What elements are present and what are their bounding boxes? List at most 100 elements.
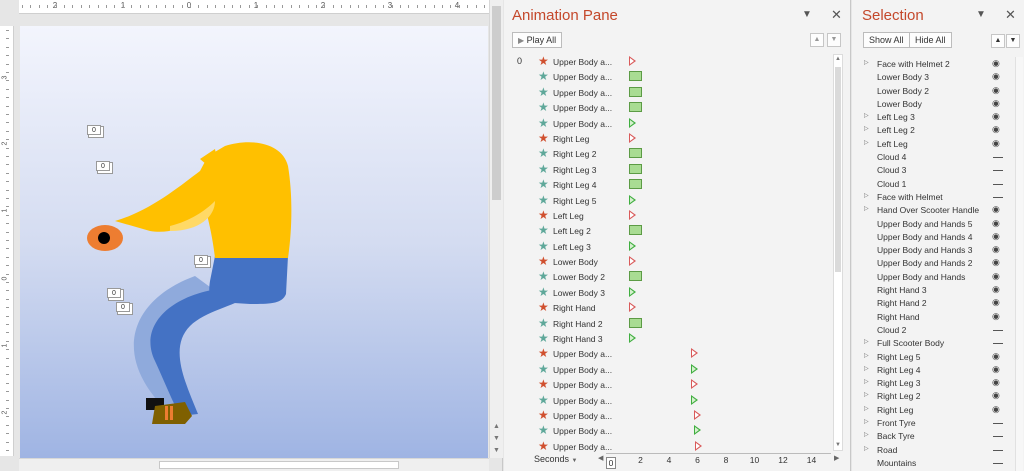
- selection-item[interactable]: ▷ Right Leg 2 ◉: [860, 389, 1015, 402]
- eye-icon[interactable]: ◉: [992, 204, 1000, 215]
- animation-item[interactable]: ★ Lower Body 3: [512, 285, 832, 300]
- selection-item[interactable]: Cloud 4: [860, 150, 1015, 163]
- selection-item[interactable]: Mountains: [860, 456, 1015, 469]
- animation-item[interactable]: ★ Lower Body 2: [512, 269, 832, 284]
- selection-item[interactable]: Lower Body 3 ◉: [860, 70, 1015, 83]
- timing-bar[interactable]: [629, 102, 642, 113]
- scroll-up-icon[interactable]: ▲: [834, 55, 842, 64]
- selection-item[interactable]: Upper Body and Hands 4 ◉: [860, 230, 1015, 243]
- close-icon[interactable]: ✕: [831, 7, 842, 23]
- selection-item[interactable]: ▷ Left Leg ◉: [860, 137, 1015, 150]
- animation-item[interactable]: ★ Upper Body a...: [512, 100, 832, 115]
- selection-item[interactable]: Upper Body and Hands 3 ◉: [860, 243, 1015, 256]
- eye-icon[interactable]: ◉: [992, 85, 1000, 96]
- eye-icon[interactable]: ◉: [992, 364, 1000, 375]
- bring-forward-button[interactable]: ▲: [991, 34, 1005, 48]
- chevron-down-icon[interactable]: ▼: [976, 9, 986, 20]
- animation-item[interactable]: ★ Upper Body a...: [512, 116, 832, 131]
- selection-item[interactable]: ▷ Full Scooter Body: [860, 336, 1015, 349]
- animation-item[interactable]: ★ Right Leg 2: [512, 146, 832, 161]
- eye-icon[interactable]: ◉: [992, 124, 1000, 135]
- timing-marker[interactable]: [629, 117, 636, 128]
- move-down-button[interactable]: ▼: [827, 33, 841, 47]
- chevron-down-icon[interactable]: ▼: [802, 9, 812, 20]
- timeline-right-icon[interactable]: ▶: [834, 454, 839, 462]
- scrollbar-thumb[interactable]: [835, 67, 841, 272]
- selection-item[interactable]: ▷ Hand Over Scooter Handle ◉: [860, 203, 1015, 216]
- selection-item[interactable]: ▷ Right Leg 4 ◉: [860, 363, 1015, 376]
- hidden-dash-icon[interactable]: [993, 329, 1003, 331]
- animation-item[interactable]: ★ Right Hand: [512, 300, 832, 315]
- animation-item[interactable]: ★ Right Leg 4: [512, 177, 832, 192]
- selection-item[interactable]: ▷ Face with Helmet: [860, 190, 1015, 203]
- seconds-dropdown[interactable]: Seconds ▼: [534, 454, 578, 464]
- timing-marker[interactable]: [690, 363, 698, 374]
- hidden-dash-icon[interactable]: [993, 423, 1003, 425]
- scroll-up-icon[interactable]: ▲: [492, 422, 501, 431]
- selection-item[interactable]: ▷ Front Tyre: [860, 416, 1015, 429]
- selection-item[interactable]: ▷ Road: [860, 443, 1015, 456]
- hidden-dash-icon[interactable]: [993, 196, 1003, 198]
- selection-item[interactable]: ▷ Face with Helmet 2 ◉: [860, 57, 1015, 70]
- animation-item[interactable]: ★ Right Hand 2: [512, 316, 832, 331]
- eye-icon[interactable]: ◉: [992, 271, 1000, 282]
- timing-marker[interactable]: [629, 333, 636, 344]
- selection-item[interactable]: Upper Body and Hands 2 ◉: [860, 256, 1015, 269]
- animation-item[interactable]: ★ Right Leg: [512, 131, 832, 146]
- timing-marker[interactable]: [629, 209, 636, 220]
- expand-group-icon[interactable]: ▷: [864, 405, 869, 412]
- expand-group-icon[interactable]: ▷: [864, 139, 869, 146]
- animation-tag[interactable]: 0: [116, 302, 130, 312]
- show-all-button[interactable]: Show All: [863, 32, 910, 48]
- expand-group-icon[interactable]: ▷: [864, 125, 869, 132]
- hidden-dash-icon[interactable]: [993, 157, 1003, 159]
- eye-icon[interactable]: ◉: [992, 111, 1000, 122]
- animation-item[interactable]: ★ Left Leg: [512, 208, 832, 223]
- expand-group-icon[interactable]: ▷: [864, 112, 869, 119]
- timing-marker[interactable]: [629, 194, 636, 205]
- animation-item[interactable]: ★ Upper Body a...: [512, 346, 832, 361]
- slide-vertical-scrollbar[interactable]: ▲ ▼ ▼: [489, 0, 503, 458]
- animation-item[interactable]: ★ Upper Body a...: [512, 377, 832, 392]
- timing-bar[interactable]: [629, 179, 642, 190]
- hide-all-button[interactable]: Hide All: [909, 32, 952, 48]
- eye-icon[interactable]: ◉: [992, 244, 1000, 255]
- selection-item[interactable]: Right Hand 2 ◉: [860, 296, 1015, 309]
- eye-icon[interactable]: ◉: [992, 390, 1000, 401]
- timing-bar[interactable]: [629, 317, 642, 328]
- timing-marker[interactable]: [693, 409, 701, 420]
- animation-tag[interactable]: 0: [96, 161, 110, 171]
- eye-icon[interactable]: ◉: [992, 311, 1000, 322]
- hidden-dash-icon[interactable]: [993, 170, 1003, 172]
- timing-bar[interactable]: [629, 86, 642, 97]
- expand-group-icon[interactable]: ▷: [864, 192, 869, 199]
- selection-item[interactable]: Lower Body ◉: [860, 97, 1015, 110]
- eye-icon[interactable]: ◉: [992, 257, 1000, 268]
- selection-list-scrollbar[interactable]: [1015, 57, 1023, 471]
- animation-tag[interactable]: 0: [87, 125, 101, 135]
- selection-item[interactable]: ▷ Right Leg ◉: [860, 403, 1015, 416]
- scroll-down-icon[interactable]: ▼: [834, 441, 842, 450]
- expand-group-icon[interactable]: ▷: [864, 365, 869, 372]
- expand-group-icon[interactable]: ▷: [864, 431, 869, 438]
- selection-item[interactable]: Right Hand 3 ◉: [860, 283, 1015, 296]
- animation-item[interactable]: 0 ★ Upper Body a...: [512, 54, 832, 69]
- animation-tag[interactable]: 0: [194, 255, 208, 265]
- animation-item[interactable]: ★ Left Leg 3: [512, 239, 832, 254]
- selection-item[interactable]: ▷ Back Tyre: [860, 429, 1015, 442]
- timing-marker[interactable]: [629, 240, 636, 251]
- animation-item[interactable]: ★ Upper Body a...: [512, 408, 832, 423]
- eye-icon[interactable]: ◉: [992, 58, 1000, 69]
- animation-item[interactable]: ★ Right Hand 3: [512, 331, 832, 346]
- scroll-down-icon[interactable]: ▼: [492, 434, 501, 443]
- selection-item[interactable]: Cloud 1: [860, 177, 1015, 190]
- selection-item[interactable]: ▷ Right Leg 3 ◉: [860, 376, 1015, 389]
- eye-icon[interactable]: ◉: [992, 351, 1000, 362]
- expand-group-icon[interactable]: ▷: [864, 338, 869, 345]
- selection-item[interactable]: Upper Body and Hands 5 ◉: [860, 217, 1015, 230]
- eye-icon[interactable]: ◉: [992, 71, 1000, 82]
- expand-group-icon[interactable]: ▷: [864, 445, 869, 452]
- selection-item[interactable]: Lower Body 2 ◉: [860, 84, 1015, 97]
- scrollbar-thumb[interactable]: [159, 461, 399, 469]
- animation-item[interactable]: ★ Upper Body a...: [512, 423, 832, 438]
